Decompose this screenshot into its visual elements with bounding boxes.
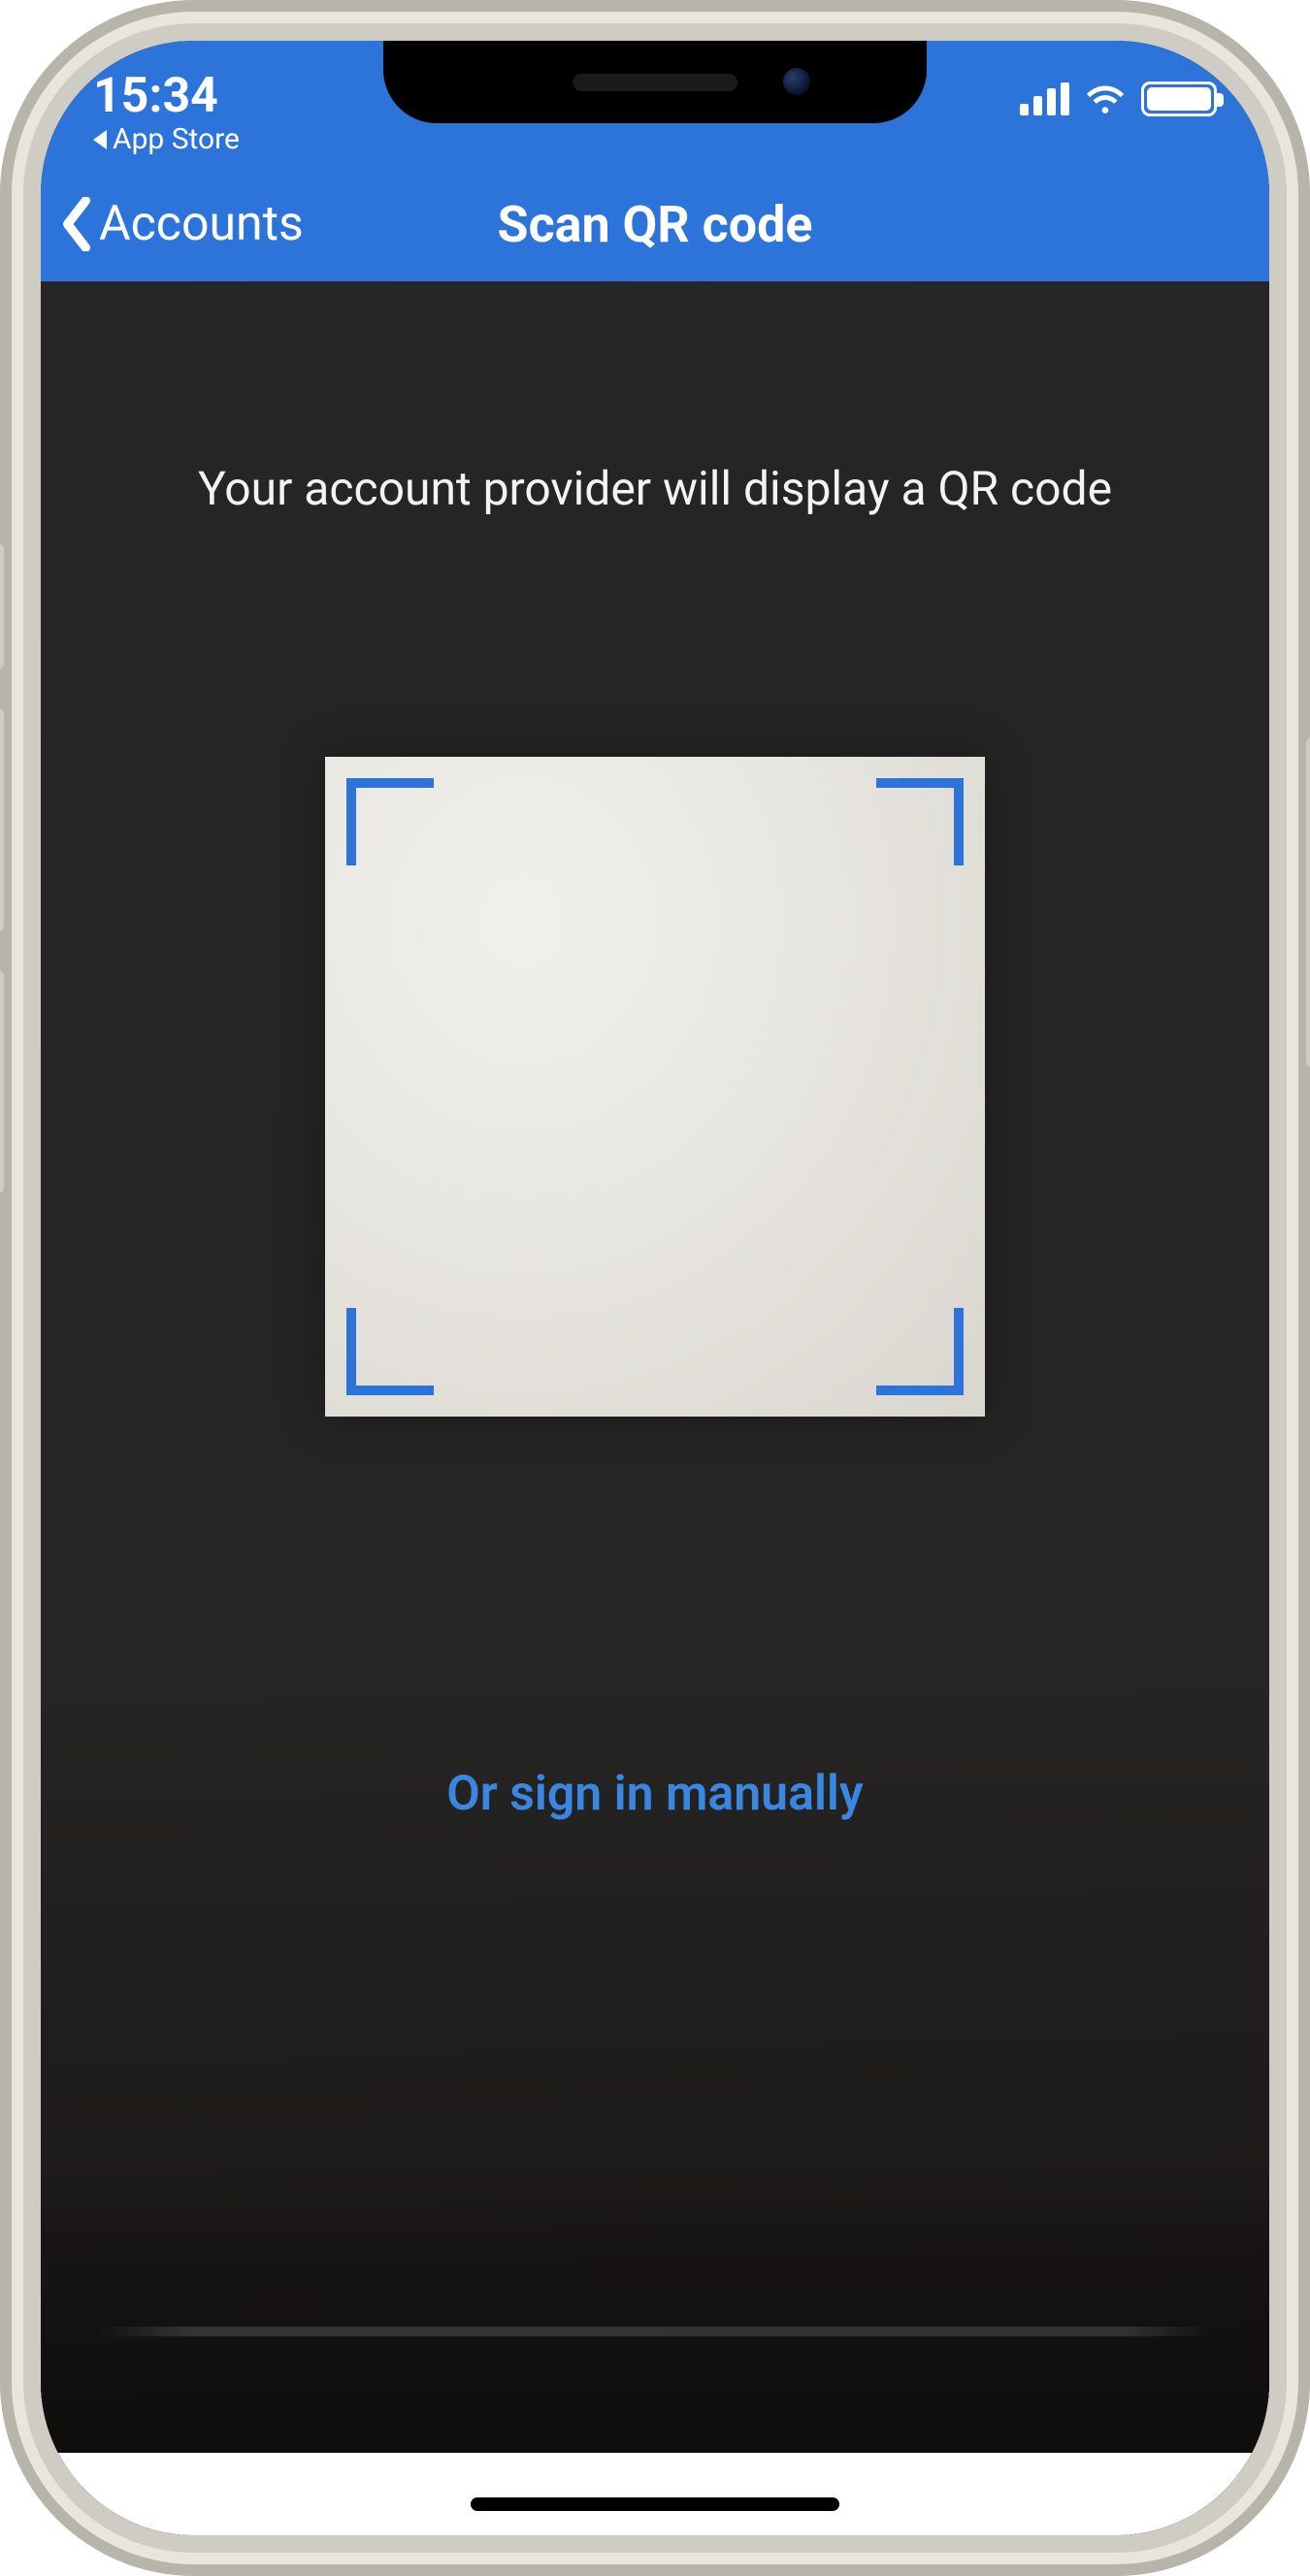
navigation-bar: Accounts Scan QR code [41,167,1269,281]
wifi-icon [1085,82,1126,115]
camera-viewfinder: Your account provider will display a QR … [41,281,1269,2535]
home-indicator[interactable] [471,2497,839,2511]
cellular-signal-icon [1020,82,1069,115]
battery-icon [1141,82,1217,116]
speaker-grille [573,74,737,91]
back-triangle-icon [93,130,107,149]
side-button [0,543,4,669]
home-bar-area [41,2453,1269,2535]
camera-background [41,2162,1269,2453]
scan-corner-icon [346,1308,434,1395]
status-left: 15:34 App Store [93,70,240,155]
back-button[interactable]: Accounts [41,196,304,252]
phone-frame: 15:34 App Store [0,0,1310,2576]
side-button [0,708,4,931]
notch [383,41,927,123]
side-button [1306,737,1310,1067]
front-camera [783,68,810,95]
authenticator-app: 15:34 App Store [41,41,1269,2535]
qr-scan-target[interactable] [325,757,985,1417]
sign-in-manually-link[interactable]: Or sign in manually [41,1766,1269,1822]
phone-screen: 15:34 App Store [41,41,1269,2535]
status-time: 15:34 [93,70,240,123]
back-to-app-store[interactable]: App Store [93,123,240,155]
scan-corner-icon [876,1308,964,1395]
back-label: Accounts [99,196,304,252]
instruction-text: Your account provider will display a QR … [41,461,1269,516]
chevron-left-icon [60,197,93,251]
scan-corner-icon [346,778,434,865]
status-right [1020,70,1217,116]
back-app-label: App Store [113,123,240,155]
side-button [0,970,4,1193]
scan-corner-icon [876,778,964,865]
